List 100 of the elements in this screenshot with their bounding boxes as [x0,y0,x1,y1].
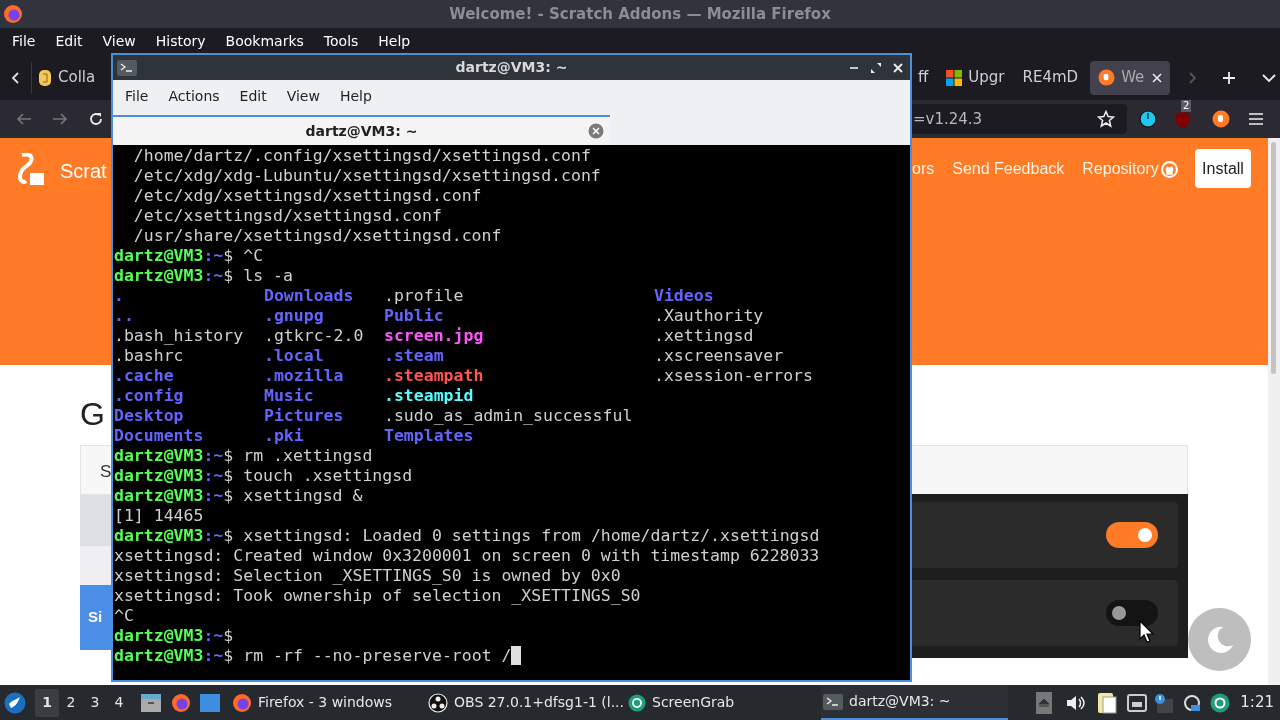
menu-item[interactable]: File [2,31,46,52]
address-bar[interactable]: =v1.24.3 [909,104,1127,134]
file-name: .cache [114,366,174,385]
workspace-button[interactable]: 2 [59,688,83,717]
taskbar-button[interactable]: dartz@VM3: ~ [821,685,1008,720]
prompt-path: :~ [203,526,224,546]
command-text: xsettingsd: Loaded 0 settings from /home/dartz/.xsettingsd [243,526,820,546]
workspace-button[interactable]: 4 [107,688,131,717]
terminal-line: [1] 14465 [113,506,205,526]
prompt-path: :~ [203,646,224,666]
menu-item[interactable]: Edit [45,31,93,52]
new-tab-icon[interactable] [1222,70,1237,85]
prompt-user: dartz@VM3 [114,266,204,286]
toggle-switch[interactable] [1106,522,1158,548]
back-icon[interactable] [16,112,32,126]
workspace-button[interactable]: 3 [83,688,107,717]
taskbar-button[interactable]: Firefox - 3 windows [230,685,426,720]
browser-tab[interactable]: Colla [32,60,102,95]
workspace-button[interactable]: 1 [35,688,59,717]
menu-item[interactable]: File [115,85,159,107]
prompt-path: :~ [203,626,224,646]
chevron-down-icon[interactable] [1262,72,1277,83]
maximize-icon[interactable] [870,61,882,74]
menu-item[interactable]: Tools [313,31,369,52]
menu-item[interactable]: Edit [229,85,277,107]
browser-tab[interactable]: RE4mD [1016,60,1085,95]
file-manager-icon[interactable] [141,693,161,712]
tab-title: We [1121,67,1145,89]
file-name: screen.jpg [384,326,484,345]
command-text: rm .xettingsd [243,446,373,466]
command-text: xsettingsd & [243,486,363,506]
toggle-switch[interactable] [1106,600,1158,626]
close-icon[interactable] [892,61,904,74]
menu-item[interactable]: History [145,31,216,52]
prompt-user: dartz@VM3 [114,646,204,666]
firefox-logo-icon [3,4,23,24]
menu-item[interactable]: Actions [158,85,230,107]
addon-icon[interactable] [1212,110,1230,128]
command-text: rm -rf --no-preserve-root / [243,646,512,666]
card-tab[interactable]: S [100,459,112,485]
prompt-user: dartz@VM3 [114,626,204,646]
close-icon[interactable] [1152,72,1163,83]
scrollbar-track[interactable] [1268,138,1280,685]
browser-tab[interactable]: ff [912,60,935,95]
prompt-symbol: $ [223,626,234,646]
prompt-user: dartz@VM3 [114,446,204,466]
taskbar-button[interactable]: OBS 27.0.1+dfsg1-1 (l... [426,685,626,720]
notification-icon[interactable] [1153,692,1174,713]
prompt-symbol: $ [223,446,234,466]
camera-shutter-icon [628,693,646,712]
obs-icon [428,692,448,713]
card-row [80,546,111,585]
forward-icon[interactable] [52,112,68,126]
network-icon[interactable] [1127,693,1148,712]
taskbar-button[interactable]: ScreenGrab [626,685,821,720]
menu-item[interactable]: Bookmarks [215,31,314,52]
prompt-path: :~ [203,246,224,266]
prompt-user: dartz@VM3 [114,526,204,546]
menu-item[interactable]: Help [329,85,382,107]
file-name: .steampid [384,386,474,405]
install-button[interactable]: Install [1195,149,1251,188]
tab-title: dartz@VM3: ~ [304,121,419,141]
menu-item[interactable]: View [276,85,330,107]
tab-title: Colla [58,67,96,89]
browser-tab[interactable]: We [1090,60,1171,95]
mouse-pointer-icon [1139,620,1155,644]
chevron-left-icon[interactable] [10,70,22,85]
extension-icon[interactable] [1139,110,1157,128]
file-name: .xsession-errors [654,366,813,385]
reload-icon[interactable] [88,111,104,127]
start-menu-icon[interactable] [4,691,26,714]
volume-icon[interactable] [1066,693,1087,712]
terminal-line: xsettingsd: Took ownership of selection _XSETTINGS_S0 [113,586,642,606]
file-name: Public [384,306,444,325]
file-name: .bashrc [114,346,184,365]
menu-item[interactable]: View [92,31,146,52]
camera-shutter-icon[interactable] [1210,692,1231,713]
addon-icon [1098,69,1116,86]
url-text: =v1.24.3 [913,108,983,130]
menu-item[interactable]: Help [368,31,421,52]
menu-icon[interactable] [1248,112,1264,126]
logo-icon[interactable] [16,153,46,187]
clock[interactable]: 1:21 [1240,691,1274,714]
file-name: Music [264,386,314,405]
clipboard-icon[interactable] [1097,691,1118,714]
file-name: .. [114,306,134,325]
terminal-tab[interactable]: dartz@VM3: ~ [113,115,610,145]
eject-icon[interactable] [1036,691,1053,714]
screen-record-icon[interactable] [1183,693,1202,712]
firefox-icon[interactable] [171,692,191,713]
desktop-icon[interactable] [200,693,220,712]
file-name: .xscreensaver [654,346,784,365]
file-name: .steampath [384,366,484,385]
star-icon[interactable] [1097,110,1115,128]
scrollbar-thumb[interactable] [1271,142,1276,374]
file-name: .xettingsd [654,326,754,345]
browser-tab[interactable]: Upgr [940,60,1011,95]
file-name: Documents [114,426,204,445]
github-icon[interactable] [1160,160,1178,178]
page-heading: G [80,395,105,434]
